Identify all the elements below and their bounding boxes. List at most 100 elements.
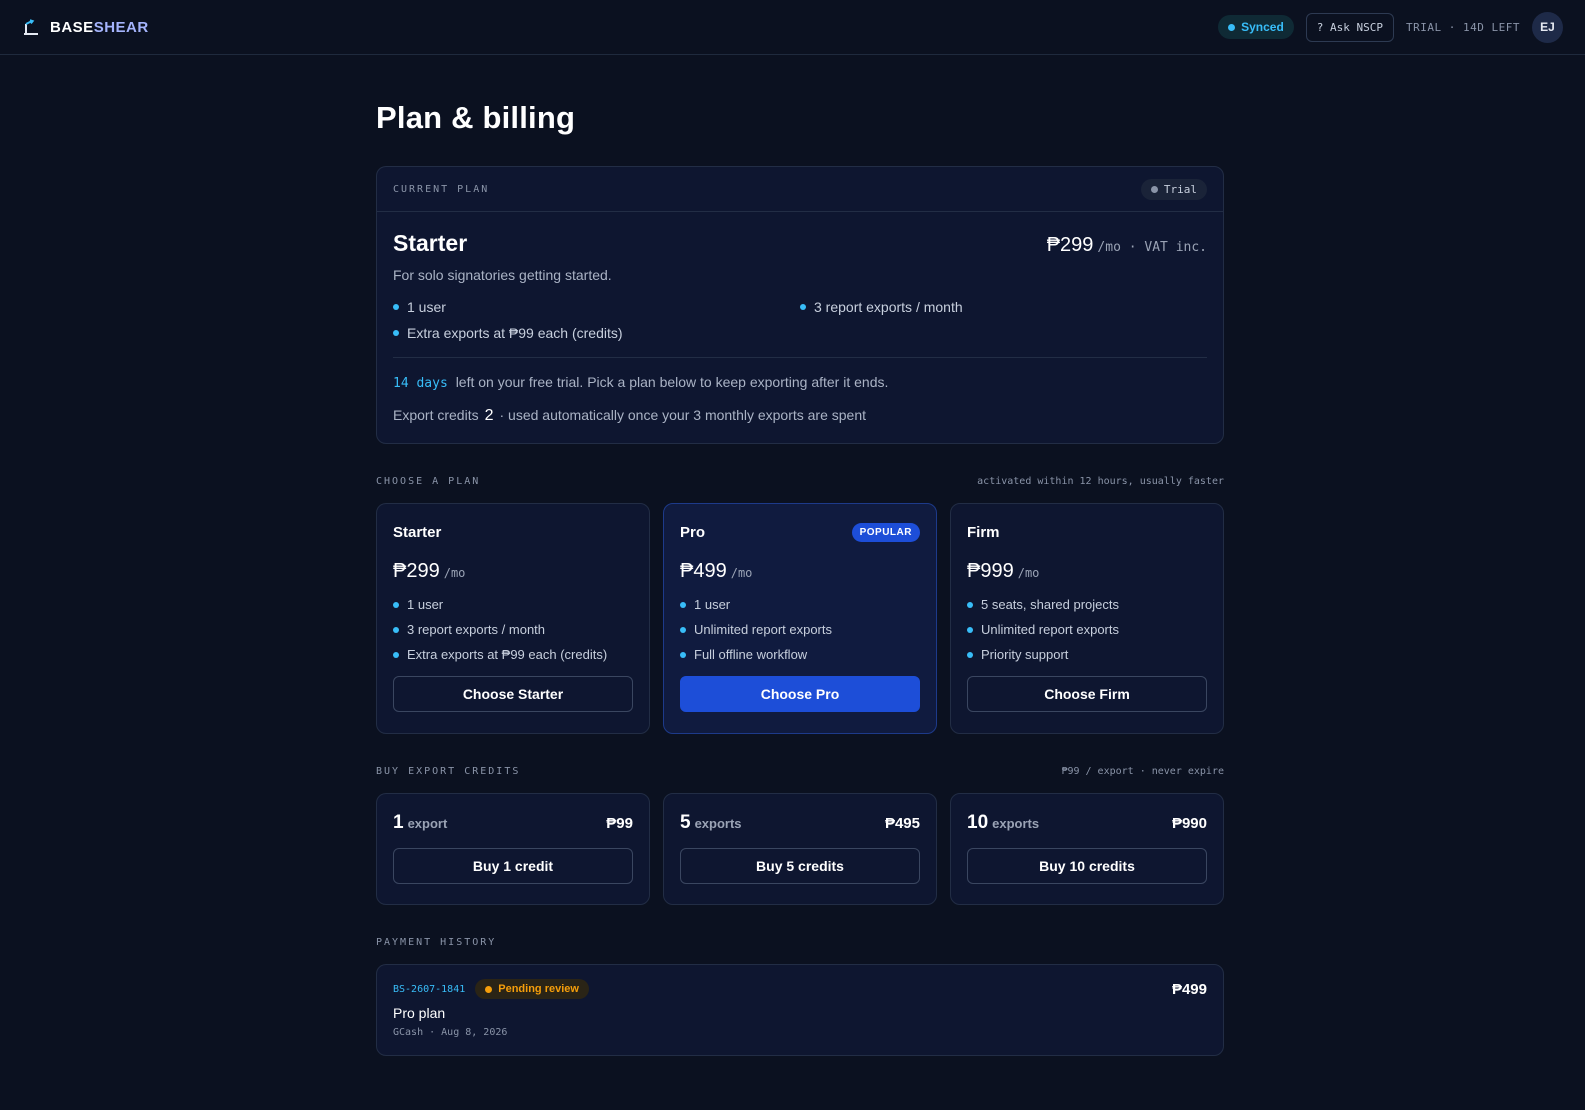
bullet-icon — [800, 304, 806, 310]
credit-pack-unit: exports — [694, 816, 742, 831]
credit-pack-qty: 1 — [393, 812, 404, 833]
credit-pack-qty: 5 — [680, 812, 691, 833]
plan-card-firm: Firm ₱999/mo 5 seats, shared projects Un… — [950, 503, 1224, 734]
top-bar: BASESHEAR Synced ? Ask NSCP TRIAL · 14D … — [0, 0, 1585, 55]
bullet-icon — [393, 626, 399, 633]
feature-text: Extra exports at ₱99 each (credits) — [407, 647, 608, 662]
export-credits-note: Export credits 2 · used automatically once… — [393, 407, 1207, 425]
credit-pack-qty: 10 — [967, 812, 989, 833]
divider — [393, 357, 1207, 358]
status-dot-icon — [1150, 185, 1158, 193]
choose-pro-button[interactable]: Choose Pro — [680, 676, 920, 712]
payment-title: Pro plan — [393, 1005, 446, 1021]
current-plan-card: CURRENT PLAN Trial Starter ₱299/mo · VAT… — [376, 166, 1224, 444]
bullet-icon — [393, 304, 399, 310]
plan-price-suffix: /mo — [1017, 566, 1040, 580]
payment-history-header: PAYMENT HISTORY — [376, 937, 1224, 948]
feature-item: Extra exports at ₱99 each (credits) — [393, 325, 800, 341]
credit-pack-10: 10 exports ₱990 Buy 10 credits — [950, 793, 1224, 905]
plan-price-suffix: /mo — [443, 566, 466, 580]
trial-note: 14 days left on your free trial. Pick a … — [393, 374, 1207, 391]
bullet-icon — [967, 651, 973, 658]
feature-text: Unlimited report exports — [981, 622, 1119, 637]
bullet-icon — [393, 330, 399, 336]
brand-name-part2: SHEAR — [93, 18, 149, 36]
feature-item: 1 user — [680, 597, 920, 612]
status-badge: Pending review — [475, 979, 589, 999]
feature-item: 3 report exports / month — [393, 622, 633, 637]
payment-status-label: Pending review — [498, 983, 579, 995]
payment-history-item[interactable]: BS-2607-1841 Pending review ₱499 Pro pla… — [376, 964, 1224, 1056]
plan-options: Starter ₱299/mo 1 user 3 report exports … — [376, 503, 1224, 734]
feature-text: Full offline workflow — [694, 647, 808, 662]
plan-card-pro: Pro POPULAR ₱499/mo 1 user Unlimited rep… — [663, 503, 937, 734]
buy-5-credits-button[interactable]: Buy 5 credits — [680, 848, 920, 884]
credit-pack-price: ₱99 — [606, 815, 633, 832]
payment-history-section-label: PAYMENT HISTORY — [376, 937, 497, 948]
bullet-icon — [967, 601, 973, 608]
credit-pack-price: ₱990 — [1171, 815, 1207, 832]
payment-reference-id: BS-2607-1841 — [393, 983, 466, 995]
page-title: Plan & billing — [376, 100, 576, 135]
plan-name: Starter — [393, 523, 442, 541]
choose-firm-button[interactable]: Choose Firm — [967, 676, 1207, 712]
choose-plan-note: activated within 12 hours, usually faste… — [977, 476, 1224, 487]
main-content: Plan & billing CURRENT PLAN Trial Starte… — [376, 100, 1224, 1056]
feature-item: Unlimited report exports — [967, 622, 1207, 637]
feature-item: Full offline workflow — [680, 647, 920, 662]
avatar[interactable]: EJ — [1532, 11, 1563, 43]
credit-pack-5: 5 exports ₱495 Buy 5 credits — [663, 793, 937, 905]
bullet-icon — [680, 601, 686, 608]
current-plan-price: ₱299 — [1046, 234, 1094, 256]
buy-credits-header: BUY EXPORT CREDITS ₱99 / export · never … — [376, 766, 1224, 777]
ask-nscp-button[interactable]: ? Ask NSCP — [1305, 12, 1395, 42]
trial-note-text: left on your free trial. Pick a plan bel… — [455, 374, 889, 390]
credit-pack-unit: export — [407, 816, 448, 831]
current-plan-price-suffix: /mo · VAT inc. — [1097, 240, 1207, 255]
credit-pack-price: ₱495 — [884, 815, 920, 832]
feature-text: 5 seats, shared projects — [981, 597, 1120, 612]
plan-price: ₱499 — [680, 560, 727, 582]
sync-status-label: Synced — [1241, 20, 1284, 34]
plan-price: ₱299 — [393, 560, 440, 582]
payment-meta: GCash · Aug 8, 2026 — [393, 1027, 508, 1038]
status-dot-icon — [485, 985, 493, 993]
plan-status-label: Trial — [1163, 182, 1197, 196]
feature-item: Unlimited report exports — [680, 622, 920, 637]
feature-text: Priority support — [981, 647, 1069, 662]
credit-pack-1: 1 export ₱99 Buy 1 credit — [376, 793, 650, 905]
bullet-icon — [393, 601, 399, 608]
credit-pack-unit: exports — [992, 816, 1040, 831]
credit-packs: 1 export ₱99 Buy 1 credit 5 exports ₱495 B… — [376, 793, 1224, 905]
feature-text: 1 user — [407, 597, 444, 612]
trial-remaining-label: TRIAL · 14D LEFT — [1406, 20, 1520, 34]
choose-plan-header: CHOOSE A PLAN activated within 12 hours,… — [376, 476, 1224, 487]
feature-item: 3 report exports / month — [800, 299, 1207, 315]
buy-10-credits-button[interactable]: Buy 10 credits — [967, 848, 1207, 884]
bullet-icon — [393, 651, 399, 658]
export-credits-text: · used automatically once your 3 monthly… — [499, 407, 867, 423]
current-plan-section-label: CURRENT PLAN — [393, 183, 490, 195]
feature-text: 3 report exports / month — [814, 299, 963, 315]
brand-name-part1: BASE — [50, 18, 94, 36]
feature-item: 1 user — [393, 597, 633, 612]
choose-starter-button[interactable]: Choose Starter — [393, 676, 633, 712]
buy-credits-note: ₱99 / export · never expire — [1061, 766, 1224, 777]
plan-price-suffix: /mo — [730, 566, 753, 580]
choose-plan-section-label: CHOOSE A PLAN — [376, 476, 481, 487]
current-plan-features: 1 user 3 report exports / month Extra ex… — [393, 299, 1207, 341]
feature-text: Unlimited report exports — [694, 622, 832, 637]
buy-1-credit-button[interactable]: Buy 1 credit — [393, 848, 633, 884]
status-dot-icon — [1228, 23, 1236, 31]
feature-item: 5 seats, shared projects — [967, 597, 1207, 612]
buy-credits-section-label: BUY EXPORT CREDITS — [376, 766, 521, 777]
plan-card-starter: Starter ₱299/mo 1 user 3 report exports … — [376, 503, 650, 734]
plan-price: ₱999 — [967, 560, 1014, 582]
brand-logo[interactable]: BASESHEAR — [22, 18, 149, 36]
export-credits-label: Export credits — [393, 407, 479, 423]
plan-name: Pro — [680, 523, 706, 541]
feature-text: 3 report exports / month — [407, 622, 546, 637]
bullet-icon — [680, 626, 686, 633]
feature-item: 1 user — [393, 299, 800, 315]
bullet-icon — [680, 651, 686, 658]
